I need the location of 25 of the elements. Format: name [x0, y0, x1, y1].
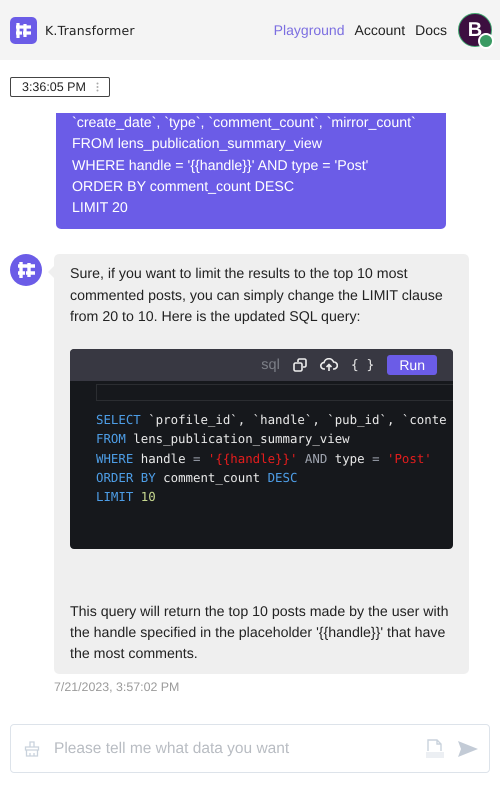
- message-text: This query will return the top 10 posts made by the user with the handle specified in the placeholder '{{handle}}' that have the most comments.: [70, 602, 450, 664]
- send-icon[interactable]: [457, 740, 479, 758]
- run-button[interactable]: Run: [387, 355, 437, 376]
- message-timestamp: 7/21/2023, 3:57:02 PM: [54, 680, 180, 694]
- broom-icon[interactable]: [24, 740, 40, 756]
- bot-avatar-icon: [10, 254, 42, 286]
- sql-file-icon[interactable]: [425, 738, 445, 758]
- app-name: K.Transformer: [45, 22, 135, 38]
- language-label: sql: [261, 356, 280, 375]
- more-icon[interactable]: [96, 82, 99, 92]
- message-text-input[interactable]: Please tell me what data you want: [52, 738, 413, 758]
- nav-link[interactable]: Playground: [268, 22, 350, 38]
- user-message-bubble: `create_date`, `type`, `comment_count`, `mirror_count` FROM lens_publication_summary_view WHERE handle = '{{handle}}' AND type = 'Post' ORDER BY comment_count DESC LIMIT 20: [56, 113, 446, 230]
- time-chip[interactable]: 3:36:05 PM: [10, 77, 110, 97]
- cloud-upload-icon[interactable]: [320, 358, 338, 372]
- time-label: 3:36:05 PM: [22, 80, 86, 94]
- nav-link[interactable]: Account: [350, 22, 410, 38]
- message-text: Sure, if you want to limit the results to the top 10 most commented posts, you can simply change the LIMIT clause from 20 to 10. Here is the updated SQL query:: [70, 265, 444, 328]
- nav-link[interactable]: Docs: [410, 22, 452, 38]
- message-input-field[interactable]: Please tell me what data you want: [10, 724, 490, 773]
- code-text: SELECT `profile_id`, `handle`, `pub_id`, `conte FROM lens_publication_summary_view WHERE handle = '{{handle}}' AND type = 'Post' ORDER BY comment_count DESC LIMIT 10: [70, 381, 453, 549]
- logo-icon: [10, 16, 37, 44]
- user-avatar[interactable]: B: [458, 13, 492, 47]
- copy-icon[interactable]: [292, 358, 307, 372]
- format-button[interactable]: { }: [350, 354, 374, 376]
